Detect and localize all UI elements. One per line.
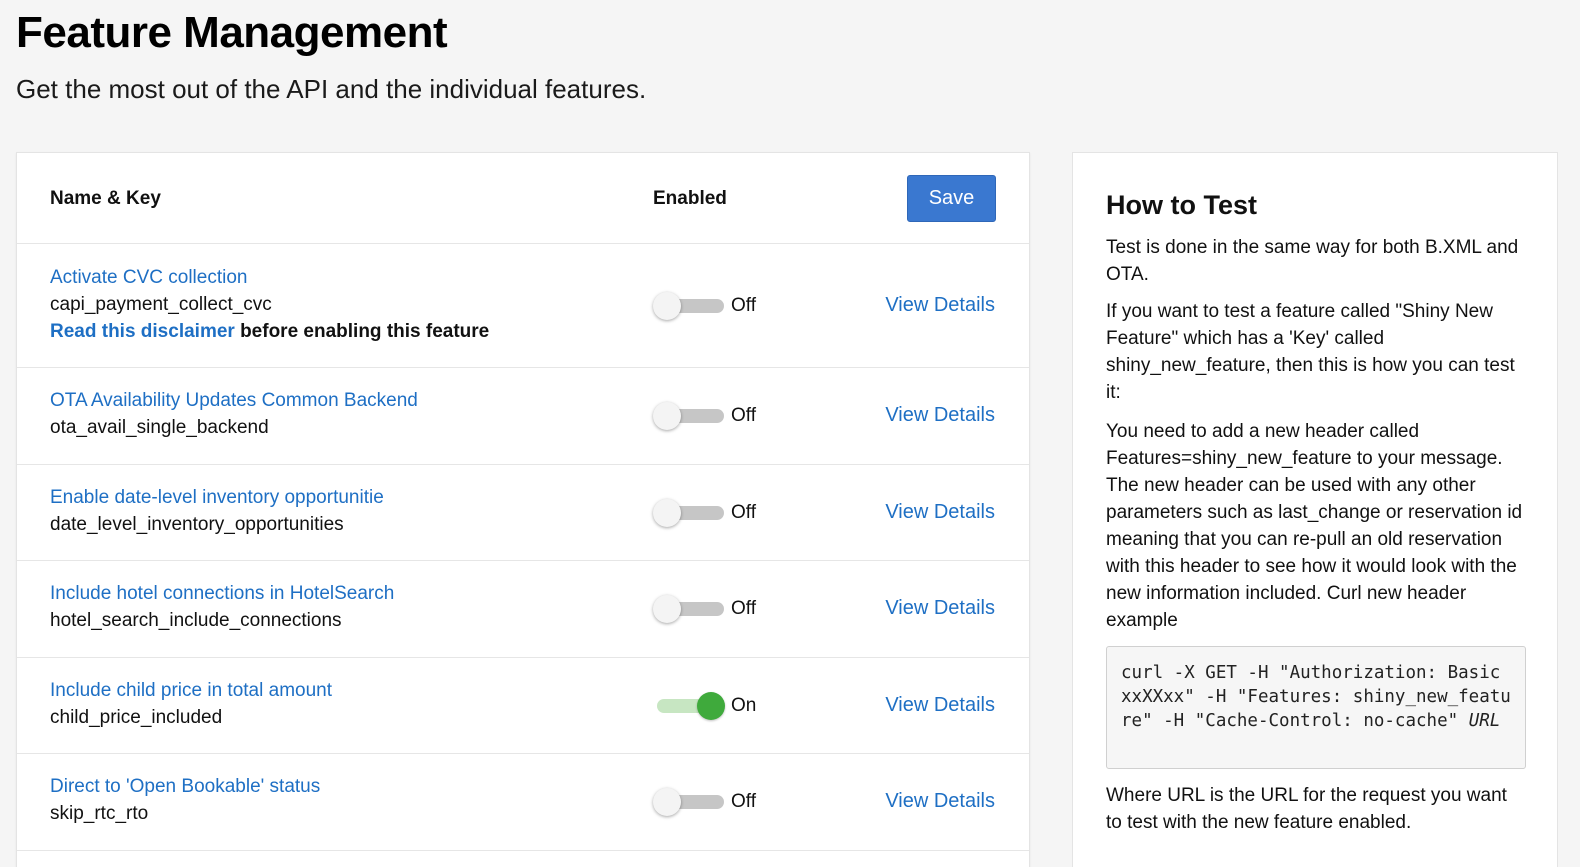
feature-key: hotel_search_include_connections [50,610,342,631]
feature-row-capi-payment-collect-cvc: Activate CVC collection capi_payment_col… [17,244,1029,368]
disclaimer-text: before enabling this feature [234,321,490,342]
column-header-enabled: Enabled [653,188,727,209]
curl-code-block[interactable]: curl -X GET -H "Authorization: Basic xxX… [1106,646,1526,769]
feature-row-date-level-inventory-opportunities: Enable date-level inventory opportunitie… [17,465,1029,561]
features-table-header: Name & Key Enabled Save [17,153,1029,244]
feature-key: capi_payment_collect_cvc [50,294,272,315]
feature-name-link[interactable]: Include hotel connections in HotelSearch [50,583,394,605]
view-details-link[interactable]: View Details [885,294,995,317]
toggle-state-label: Off [731,791,756,812]
feature-row-ota-avail-single-backend: OTA Availability Updates Common Backend … [17,368,1029,465]
view-details-link[interactable]: View Details [885,597,995,620]
toggle-state-label: Off [731,501,756,523]
disclaimer-notice: Read this disclaimer before enabling thi… [50,321,489,343]
how-to-test-intro: Test is done in the same way for both B.… [1106,237,1519,285]
feature-toggle[interactable] [653,595,726,623]
curl-url-placeholder: URL [1468,711,1501,731]
feature-toggle[interactable] [653,292,726,320]
feature-toggle[interactable] [653,402,726,430]
how-to-test-url-note: Where URL is the URL for the request you… [1106,785,1507,833]
how-to-test-panel: How to Test Test is done in the same way… [1072,152,1558,867]
page-subtitle: Get the most out of the API and the indi… [16,74,647,104]
toggle-state-label: Off [731,295,756,316]
save-button[interactable]: Save [907,175,996,222]
feature-toggle[interactable] [653,498,726,527]
feature-row-hotel-search-include-connections: Include hotel connections in HotelSearch… [17,561,1029,658]
feature-name-link[interactable]: Enable date-level inventory opportunitie [50,487,384,509]
view-details-link[interactable]: View Details [885,694,995,717]
page-title: Feature Management [16,8,448,57]
feature-name-link[interactable]: Include child price in total amount [50,680,332,702]
feature-toggle[interactable] [653,691,726,720]
feature-key: ota_avail_single_backend [50,417,269,438]
feature-key: child_price_included [50,706,223,728]
feature-row-skip-rtc-rto: Direct to 'Open Bookable' status skip_rt… [17,754,1029,851]
feature-key: date_level_inventory_opportunities [50,513,344,535]
curl-command: curl -X GET -H "Authorization: Basic xxX… [1121,663,1511,731]
toggle-state-label: Off [731,598,756,619]
how-to-test-title: How to Test [1106,190,1257,220]
column-header-name-key: Name & Key [50,188,161,209]
view-details-link[interactable]: View Details [885,790,995,813]
features-card: Name & Key Enabled Save Activate CVC col… [16,152,1030,867]
feature-key: skip_rtc_rto [50,803,149,824]
disclaimer-link[interactable]: Read this disclaimer [50,321,235,342]
feature-row-child-price-included: Include child price in total amount chil… [17,658,1029,754]
feature-name-link[interactable]: OTA Availability Updates Common Backend [50,390,418,412]
toggle-state-label: On [731,694,757,716]
feature-name-link[interactable]: Activate CVC collection [50,267,247,289]
feature-name-link[interactable]: Direct to 'Open Bookable' status [50,776,320,798]
view-details-link[interactable]: View Details [885,404,995,427]
how-to-test-example: If you want to test a feature called "Sh… [1106,301,1515,403]
toggle-state-label: Off [731,405,756,426]
view-details-link[interactable]: View Details [885,501,995,524]
feature-toggle[interactable] [653,788,726,816]
how-to-test-instructions: You need to add a new header called Feat… [1106,421,1523,631]
